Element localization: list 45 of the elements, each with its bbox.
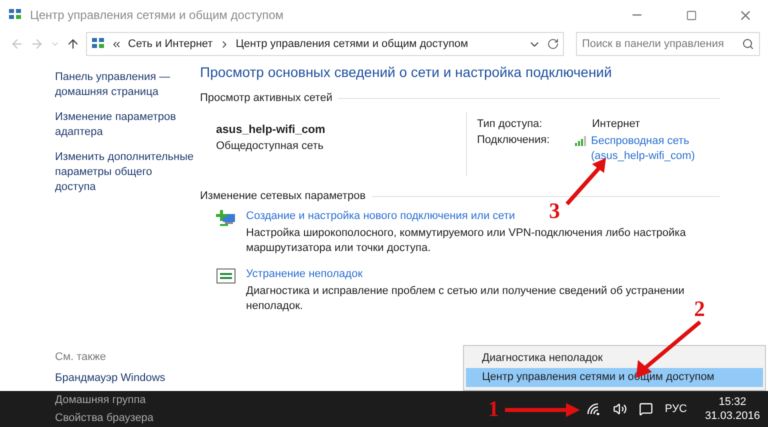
wifi-icon[interactable]	[586, 403, 601, 415]
notification-icon[interactable]	[638, 402, 653, 416]
breadcrumb[interactable]: Сеть и Интернет	[128, 38, 213, 50]
monitor-tool-icon	[216, 268, 236, 286]
network-app-icon	[8, 8, 22, 22]
step-number: 1	[488, 396, 499, 422]
refresh-icon[interactable]	[547, 38, 559, 50]
network-plus-icon	[216, 210, 236, 228]
field-value: Интернет	[591, 118, 641, 130]
task-link[interactable]: Создание и настройка нового подключения или сети	[246, 210, 516, 222]
breadcrumb[interactable]: Центр управления сетями и общим доступом	[236, 38, 468, 50]
network-name: asus_help-wifi_com	[216, 124, 326, 136]
section-title: Просмотр активных сетей	[200, 92, 332, 104]
step-number: 3	[549, 198, 560, 224]
sidebar-link[interactable]: Панель управления — домашняя страница	[55, 70, 195, 100]
menu-item[interactable]: Диагностика неполадок	[466, 349, 763, 368]
see-also-link[interactable]: Свойства браузера	[55, 409, 154, 427]
clock-date[interactable]: 31.03.2016	[704, 410, 760, 422]
field-label: Подключения:	[477, 134, 550, 148]
search-field[interactable]: Поиск в панели управления	[576, 32, 760, 56]
see-also-link[interactable]: Брандмауэр Windows	[55, 369, 200, 387]
address-bar[interactable]: Сеть и Интернет Центр управления сетями и общим доступом	[86, 32, 564, 56]
network-app-icon	[91, 37, 105, 51]
language-indicator[interactable]: РУС	[664, 403, 687, 415]
task-link[interactable]: Устранение неполадок	[246, 268, 363, 280]
maximize-icon[interactable]	[686, 10, 696, 20]
page-heading: Просмотр основных сведений о сети и настройка подключений	[200, 64, 613, 80]
window-title: Центр управления сетями и общим доступом	[30, 8, 284, 22]
field-label: Тип доступа:	[477, 118, 542, 130]
connection-link[interactable]: Беспроводная сеть (asus_help-wifi_com)	[591, 134, 695, 164]
step-number: 2	[694, 296, 705, 322]
search-icon	[742, 38, 754, 50]
speaker-icon[interactable]	[612, 402, 627, 416]
sidebar-link[interactable]: Изменить дополнительные параметры общего доступа	[55, 150, 195, 195]
see-also-link[interactable]: Домашняя группа	[55, 391, 154, 409]
network-type: Общедоступная сеть	[216, 140, 325, 152]
sidebar-link[interactable]: Изменение параметров адаптера	[55, 110, 195, 140]
clock-time[interactable]: 15:32	[718, 396, 746, 408]
task-description: Настройка широкополосного, коммутируемого или VPN-подключения либо настройка маршрутизатора или точки доступа.	[246, 226, 686, 256]
section-title: Изменение сетевых параметров	[200, 190, 366, 202]
up-button[interactable]	[66, 37, 80, 51]
task-description: Диагностика и исправление проблем с сетью или получение сведений об устранении неполадок.	[246, 284, 686, 314]
see-also-title: См. также	[55, 351, 107, 363]
double-chevron-icon	[111, 38, 122, 50]
signal-bars-icon	[575, 136, 587, 146]
